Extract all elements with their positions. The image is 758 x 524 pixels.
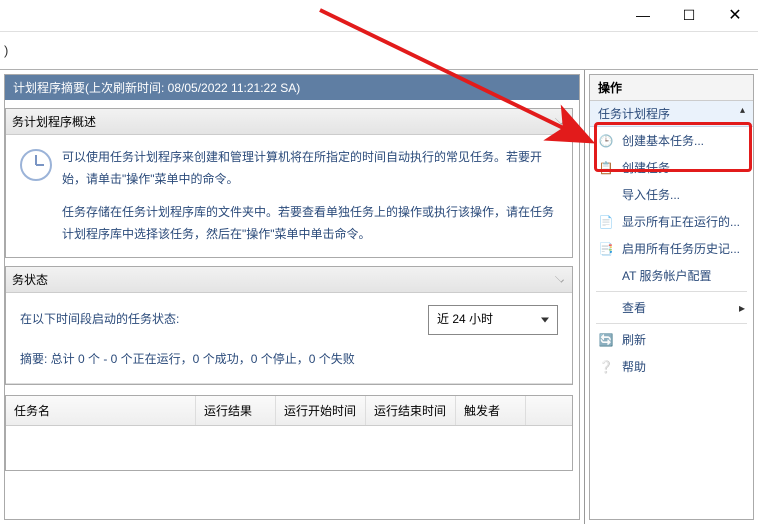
actions-pane: 操作 任务计划程序 🕒 创建基本任务... 📋 创建任务... 导入任务... 📄 显示所有… bbox=[585, 70, 758, 524]
minimize-button[interactable]: — bbox=[620, 0, 666, 30]
task-table: 任务名 运行结果 运行开始时间 运行结束时间 触发者 bbox=[5, 395, 573, 471]
col-task-name[interactable]: 任务名 bbox=[6, 396, 196, 425]
actions-title: 操作 bbox=[590, 75, 753, 101]
help-icon: ❔ bbox=[598, 359, 614, 375]
action-label: 启用所有任务历史记... bbox=[622, 240, 740, 257]
action-import-task[interactable]: 导入任务... bbox=[590, 181, 753, 208]
enable-history-icon: 📑 bbox=[598, 241, 614, 257]
main-pane: 计划程序摘要(上次刷新时间: 08/05/2022 11:21:22 SA) 务… bbox=[0, 70, 585, 524]
overview-panel-header[interactable]: 务计划程序概述 bbox=[6, 109, 572, 135]
action-refresh[interactable]: 🔄 刷新 bbox=[590, 326, 753, 353]
refresh-icon: 🔄 bbox=[598, 332, 614, 348]
action-create-basic-task[interactable]: 🕒 创建基本任务... bbox=[590, 127, 753, 154]
action-label: AT 服务帐户配置 bbox=[622, 267, 712, 284]
action-enable-history[interactable]: 📑 启用所有任务历史记... bbox=[590, 235, 753, 262]
actions-section-header[interactable]: 任务计划程序 bbox=[590, 101, 753, 127]
import-task-icon bbox=[598, 187, 614, 203]
time-range-dropdown[interactable]: 近 24 小时 bbox=[428, 305, 558, 335]
action-label: 显示所有正在运行的... bbox=[622, 213, 740, 230]
close-button[interactable]: ✕ bbox=[712, 0, 758, 30]
col-start-time[interactable]: 运行开始时间 bbox=[276, 396, 366, 425]
overview-panel: 务计划程序概述 可以使用任务计划程序来创建和管理计算机将在所指定的时间自动执行的… bbox=[5, 108, 573, 258]
action-label: 帮助 bbox=[622, 358, 646, 375]
action-label: 导入任务... bbox=[622, 186, 680, 203]
view-icon bbox=[598, 300, 614, 316]
create-task-icon: 📋 bbox=[598, 160, 614, 176]
action-create-task[interactable]: 📋 创建任务... bbox=[590, 154, 753, 181]
show-running-icon: 📄 bbox=[598, 214, 614, 230]
status-label: 在以下时间段启动的任务状态: bbox=[20, 309, 179, 331]
maximize-button[interactable]: ☐ bbox=[666, 0, 712, 30]
overview-para2: 任务存储在任务计划程序库的文件夹中。若要查看单独任务上的操作或执行该操作，请在任… bbox=[62, 202, 558, 245]
overview-para1: 可以使用任务计划程序来创建和管理计算机将在所指定的时间自动执行的常见任务。若要开… bbox=[62, 147, 558, 190]
summary-header: 计划程序摘要(上次刷新时间: 08/05/2022 11:21:22 SA) bbox=[5, 75, 579, 100]
clock-icon bbox=[20, 149, 52, 181]
status-panel: 务状态 在以下时间段启动的任务状态: 近 24 小时 摘要: 总计 0 个 - … bbox=[5, 266, 573, 384]
separator bbox=[596, 323, 747, 324]
col-trigger[interactable]: 触发者 bbox=[456, 396, 526, 425]
action-help[interactable]: ❔ 帮助 bbox=[590, 353, 753, 380]
create-basic-task-icon: 🕒 bbox=[598, 133, 614, 149]
action-label: 查看 bbox=[622, 299, 646, 316]
chevron-right-icon: ▸ bbox=[739, 301, 745, 315]
overview-text: 可以使用任务计划程序来创建和管理计算机将在所指定的时间自动执行的常见任务。若要开… bbox=[62, 147, 558, 245]
window-titlebar: — ☐ ✕ bbox=[0, 0, 758, 32]
action-show-running[interactable]: 📄 显示所有正在运行的... bbox=[590, 208, 753, 235]
action-label: 刷新 bbox=[622, 331, 646, 348]
separator bbox=[596, 291, 747, 292]
toolbar: ) bbox=[0, 32, 758, 70]
action-label: 创建基本任务... bbox=[622, 132, 704, 149]
status-panel-header[interactable]: 务状态 bbox=[6, 267, 572, 293]
at-service-account-icon bbox=[598, 268, 614, 284]
action-at-service-account[interactable]: AT 服务帐户配置 bbox=[590, 262, 753, 289]
action-view[interactable]: 查看 ▸ bbox=[590, 294, 753, 321]
col-result[interactable]: 运行结果 bbox=[196, 396, 276, 425]
status-summary: 摘要: 总计 0 个 - 0 个正在运行，0 个成功，0 个停止，0 个失败 bbox=[20, 349, 558, 371]
action-label: 创建任务... bbox=[622, 159, 680, 176]
col-end-time[interactable]: 运行结束时间 bbox=[366, 396, 456, 425]
